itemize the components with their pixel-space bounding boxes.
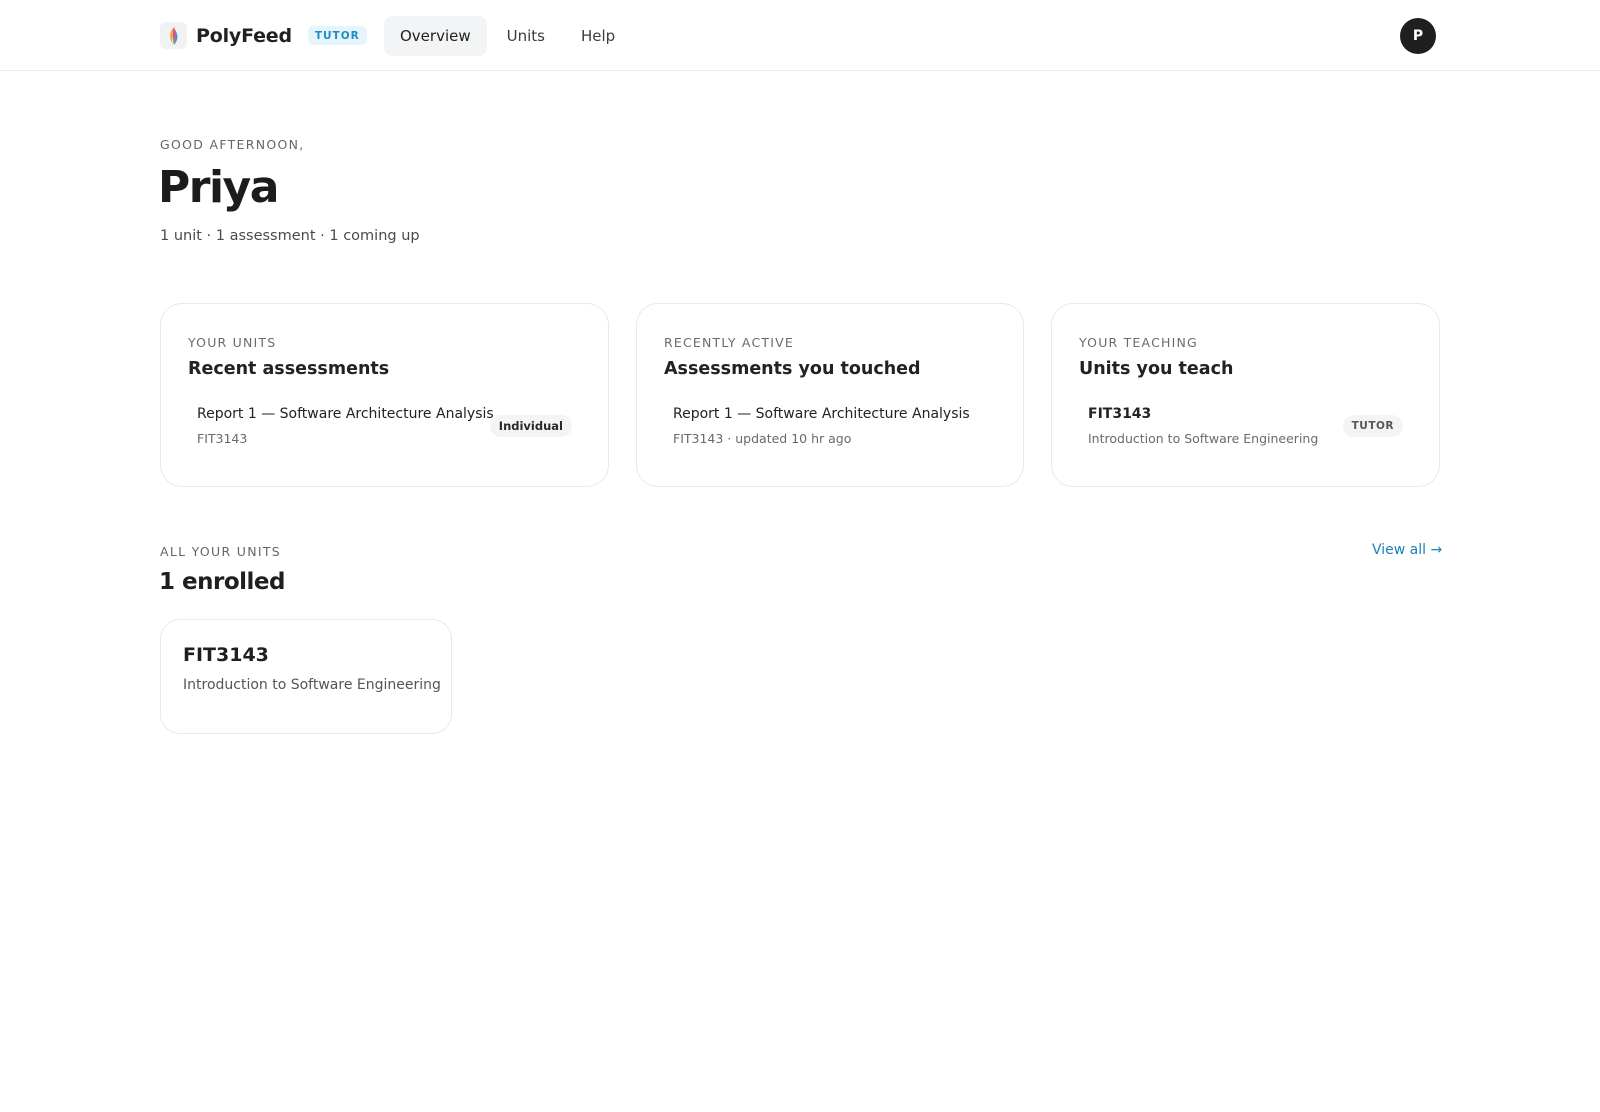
- unit-name: Introduction to Software Engineering: [1088, 431, 1319, 446]
- section-eyebrow: ALL YOUR UNITS: [160, 544, 282, 559]
- assessment-list-item[interactable]: Report 1 — Software Architecture Analysi…: [664, 398, 996, 454]
- assessment-title: Report 1 — Software Architecture Analysi…: [197, 406, 494, 422]
- assessment-type-badge: Individual: [489, 415, 572, 437]
- assessment-list-item[interactable]: Report 1 — Software Architecture Analysi…: [188, 398, 581, 454]
- unit-tile[interactable]: FIT3143 Introduction to Software Enginee…: [160, 619, 452, 734]
- unit-code: FIT3143: [183, 644, 269, 666]
- recently-active-card: RECENTLY ACTIVE Assessments you touched …: [636, 303, 1024, 487]
- recent-assessments-card: YOUR UNITS Recent assessments Report 1 —…: [160, 303, 609, 487]
- card-title: Assessments you touched: [664, 359, 921, 379]
- unit-list-item[interactable]: FIT3143 Introduction to Software Enginee…: [1079, 398, 1412, 454]
- card-title: Units you teach: [1079, 359, 1234, 379]
- teaching-card: YOUR TEACHING Units you teach FIT3143 In…: [1051, 303, 1440, 487]
- unit-name: Introduction to Software Engineering: [183, 677, 441, 693]
- top-bar: PolyFeed TUTOR Overview Units Help P: [0, 0, 1600, 71]
- assessment-unit-code: FIT3143: [197, 431, 248, 446]
- card-eyebrow: RECENTLY ACTIVE: [664, 335, 794, 350]
- greeting-eyebrow: GOOD AFTERNOON,: [160, 137, 305, 152]
- brand[interactable]: PolyFeed TUTOR: [160, 22, 367, 49]
- card-eyebrow: YOUR TEACHING: [1079, 335, 1198, 350]
- role-badge: TUTOR: [307, 26, 367, 45]
- view-all-link[interactable]: View all →: [1372, 542, 1442, 558]
- nav-item-overview[interactable]: Overview: [384, 16, 487, 56]
- app-name: PolyFeed: [196, 24, 292, 47]
- assessment-updated-meta: FIT3143 · updated 10 hr ago: [673, 431, 852, 446]
- page-title: Priya: [158, 162, 279, 213]
- card-eyebrow: YOUR UNITS: [188, 335, 277, 350]
- nav-item-units[interactable]: Units: [491, 16, 561, 56]
- assessment-title: Report 1 — Software Architecture Analysi…: [673, 406, 970, 422]
- nav-item-help[interactable]: Help: [565, 16, 631, 56]
- greeting-summary: 1 unit · 1 assessment · 1 coming up: [160, 228, 420, 244]
- main-nav: Overview Units Help: [384, 16, 635, 56]
- teaching-role-badge: TUTOR: [1342, 415, 1403, 437]
- section-title: 1 enrolled: [159, 569, 285, 595]
- polyfeed-logo-icon: [160, 22, 187, 49]
- card-title: Recent assessments: [188, 359, 390, 379]
- unit-code: FIT3143: [1088, 406, 1152, 422]
- avatar[interactable]: P: [1400, 18, 1436, 54]
